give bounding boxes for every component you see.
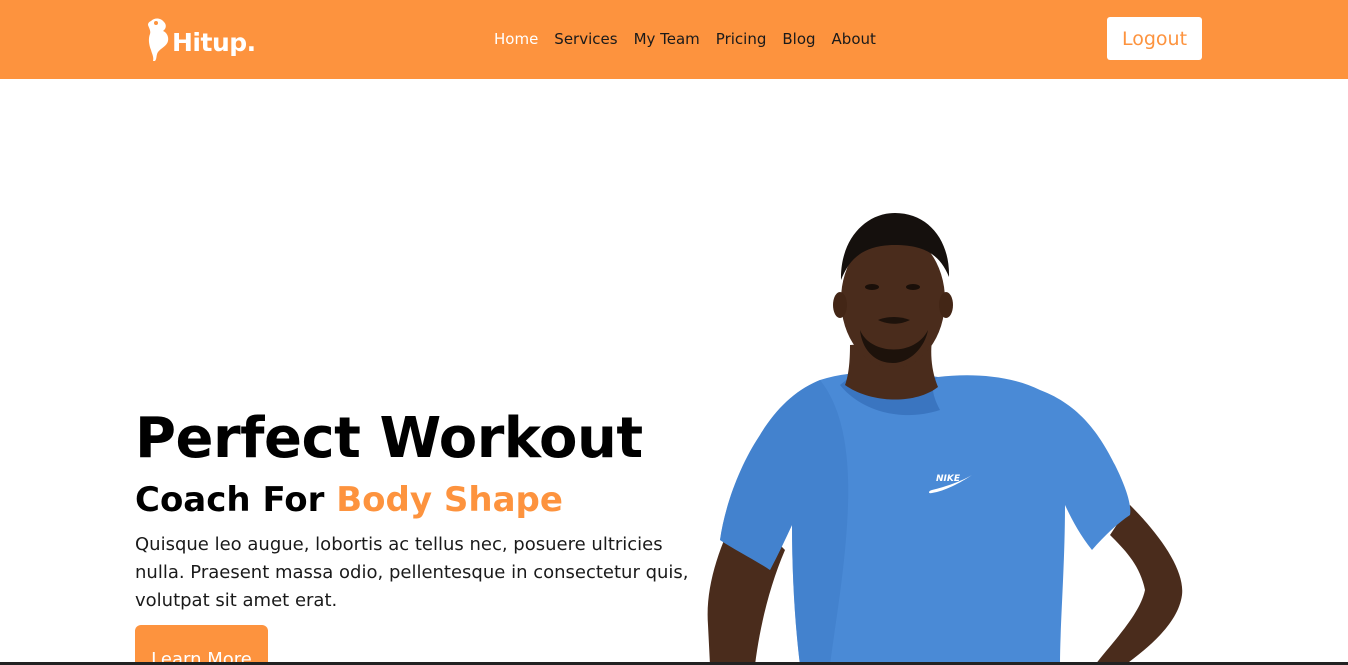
brand-logo[interactable]: Hitup . [147, 14, 256, 64]
main-nav: Home Services My Team Pricing Blog About [486, 27, 884, 51]
nav-item-about[interactable]: About [824, 27, 884, 51]
learn-more-button[interactable]: Learn More [135, 625, 268, 665]
nav-item-blog[interactable]: Blog [774, 27, 823, 51]
nav-item-my-team[interactable]: My Team [626, 27, 708, 51]
hero-subtitle-prefix: Coach For [135, 480, 337, 520]
hero-image-man-in-blue-tshirt: NIKE [707, 213, 1183, 665]
logout-button[interactable]: Logout [1107, 17, 1202, 60]
flexed-bicep-icon [148, 18, 169, 61]
brand-name: Hitup [172, 27, 247, 57]
nav-item-pricing[interactable]: Pricing [708, 27, 775, 51]
top-navbar: Hitup . Home Services My Team Pricing Bl… [0, 0, 1348, 79]
nav-item-home[interactable]: Home [486, 27, 546, 51]
nav-item-services[interactable]: Services [546, 27, 625, 51]
hero-paragraph: Quisque leo augue, lobortis ac tellus ne… [135, 534, 689, 611]
brand-dot: . [246, 27, 257, 57]
hero-title: Perfect Workout [135, 406, 643, 471]
hero-subtitle: Coach For Body Shape [135, 476, 563, 524]
shirt-logo-text: NIKE [936, 474, 961, 484]
hero-subtitle-accent: Body Shape [336, 480, 563, 520]
